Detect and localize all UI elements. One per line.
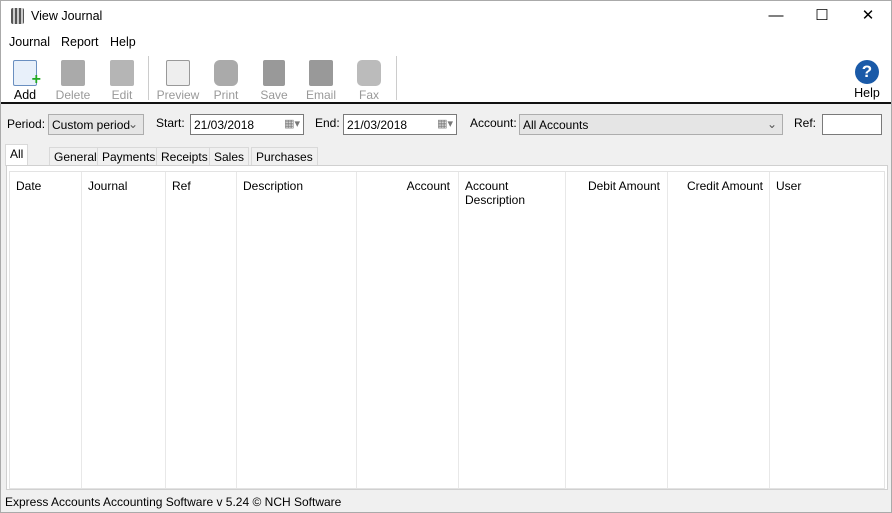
column-credit-amount: Credit Amount [668,172,770,488]
toolbar: + Add Delete Edit Preview Print Save Emai… [1,52,891,104]
account-select[interactable]: All Accounts ⌄ [519,114,783,135]
menu-report[interactable]: Report [61,35,99,49]
ref-input[interactable] [822,114,882,135]
column-user: User [770,172,884,488]
end-date-field[interactable]: 21/03/2018 ▦▾ [343,114,457,135]
menu-bar: Journal Report Help [1,32,891,52]
column-header-account-description[interactable]: Account Description [459,179,565,207]
column-header-description[interactable]: Description [237,179,309,193]
journal-table: Date Journal Ref Description Account Acc… [6,165,888,490]
account-value: All Accounts [523,118,589,132]
edit-icon [110,60,134,86]
chevron-down-icon: ⌄ [127,117,138,131]
save-icon [263,60,285,86]
end-date-value: 21/03/2018 [347,118,408,132]
end-label: End: [315,116,340,130]
column-account: Account [357,172,459,488]
column-header-debit-amount[interactable]: Debit Amount [582,179,666,193]
calculator-icon [11,8,24,24]
start-date-value: 21/03/2018 [194,118,255,132]
print-button[interactable]: Print [203,56,249,102]
column-debit-amount: Debit Amount [566,172,668,488]
column-account-description: Account Description [459,172,566,488]
menu-help[interactable]: Help [110,35,136,49]
calendar-dropdown-icon[interactable]: ▦▾ [437,117,453,130]
minimize-button[interactable]: — [753,1,799,32]
title-bar: View Journal — ☐ ✕ [1,1,891,32]
table-body: Date Journal Ref Description Account Acc… [9,171,885,489]
column-journal: Journal [82,172,166,488]
save-button[interactable]: Save [251,56,297,102]
column-header-ref[interactable]: Ref [166,179,197,193]
fax-button[interactable]: Fax [346,56,392,102]
status-bar: Express Accounts Accounting Software v 5… [5,495,342,509]
period-label: Period: [7,117,46,131]
ref-label: Ref: [794,116,817,130]
column-header-date[interactable]: Date [10,179,47,193]
fax-icon [357,60,381,86]
tab-payments[interactable]: Payments [97,147,161,165]
toolbar-separator [148,56,149,100]
period-select[interactable]: Custom period ⌄ [48,114,144,135]
column-ref: Ref [166,172,237,488]
maximize-button[interactable]: ☐ [799,1,845,32]
edit-button[interactable]: Edit [99,56,145,102]
email-icon [309,60,333,86]
chevron-down-icon: ⌄ [766,117,777,131]
tab-general[interactable]: General [49,147,102,165]
toolbar-separator [396,56,397,100]
add-button[interactable]: + Add [2,56,48,102]
menu-journal[interactable]: Journal [9,35,50,49]
window-title: View Journal [31,9,103,23]
column-header-user[interactable]: User [770,179,807,193]
calendar-dropdown-icon[interactable]: ▦▾ [284,117,300,130]
help-icon: ? [855,60,879,84]
tab-all[interactable]: All [5,144,29,166]
help-button[interactable]: ? Help [844,56,890,102]
preview-button[interactable]: Preview [155,56,201,102]
preview-icon [166,60,190,86]
add-document-icon: + [13,60,41,88]
printer-icon [214,60,238,86]
delete-icon [61,60,85,86]
period-value: Custom period [52,118,131,132]
column-description: Description [237,172,357,488]
column-header-account[interactable]: Account [401,179,456,193]
start-date-field[interactable]: 21/03/2018 ▦▾ [190,114,304,135]
close-button[interactable]: ✕ [845,1,891,32]
tab-sales[interactable]: Sales [209,147,250,165]
start-label: Start: [156,116,185,130]
account-label: Account: [470,116,517,130]
column-header-journal[interactable]: Journal [82,179,133,193]
tab-purchases[interactable]: Purchases [251,147,318,165]
email-button[interactable]: Email [298,56,344,102]
delete-button[interactable]: Delete [50,56,96,102]
column-date: Date [10,172,82,488]
column-header-credit-amount[interactable]: Credit Amount [681,179,769,193]
tab-receipts[interactable]: Receipts [156,147,213,165]
